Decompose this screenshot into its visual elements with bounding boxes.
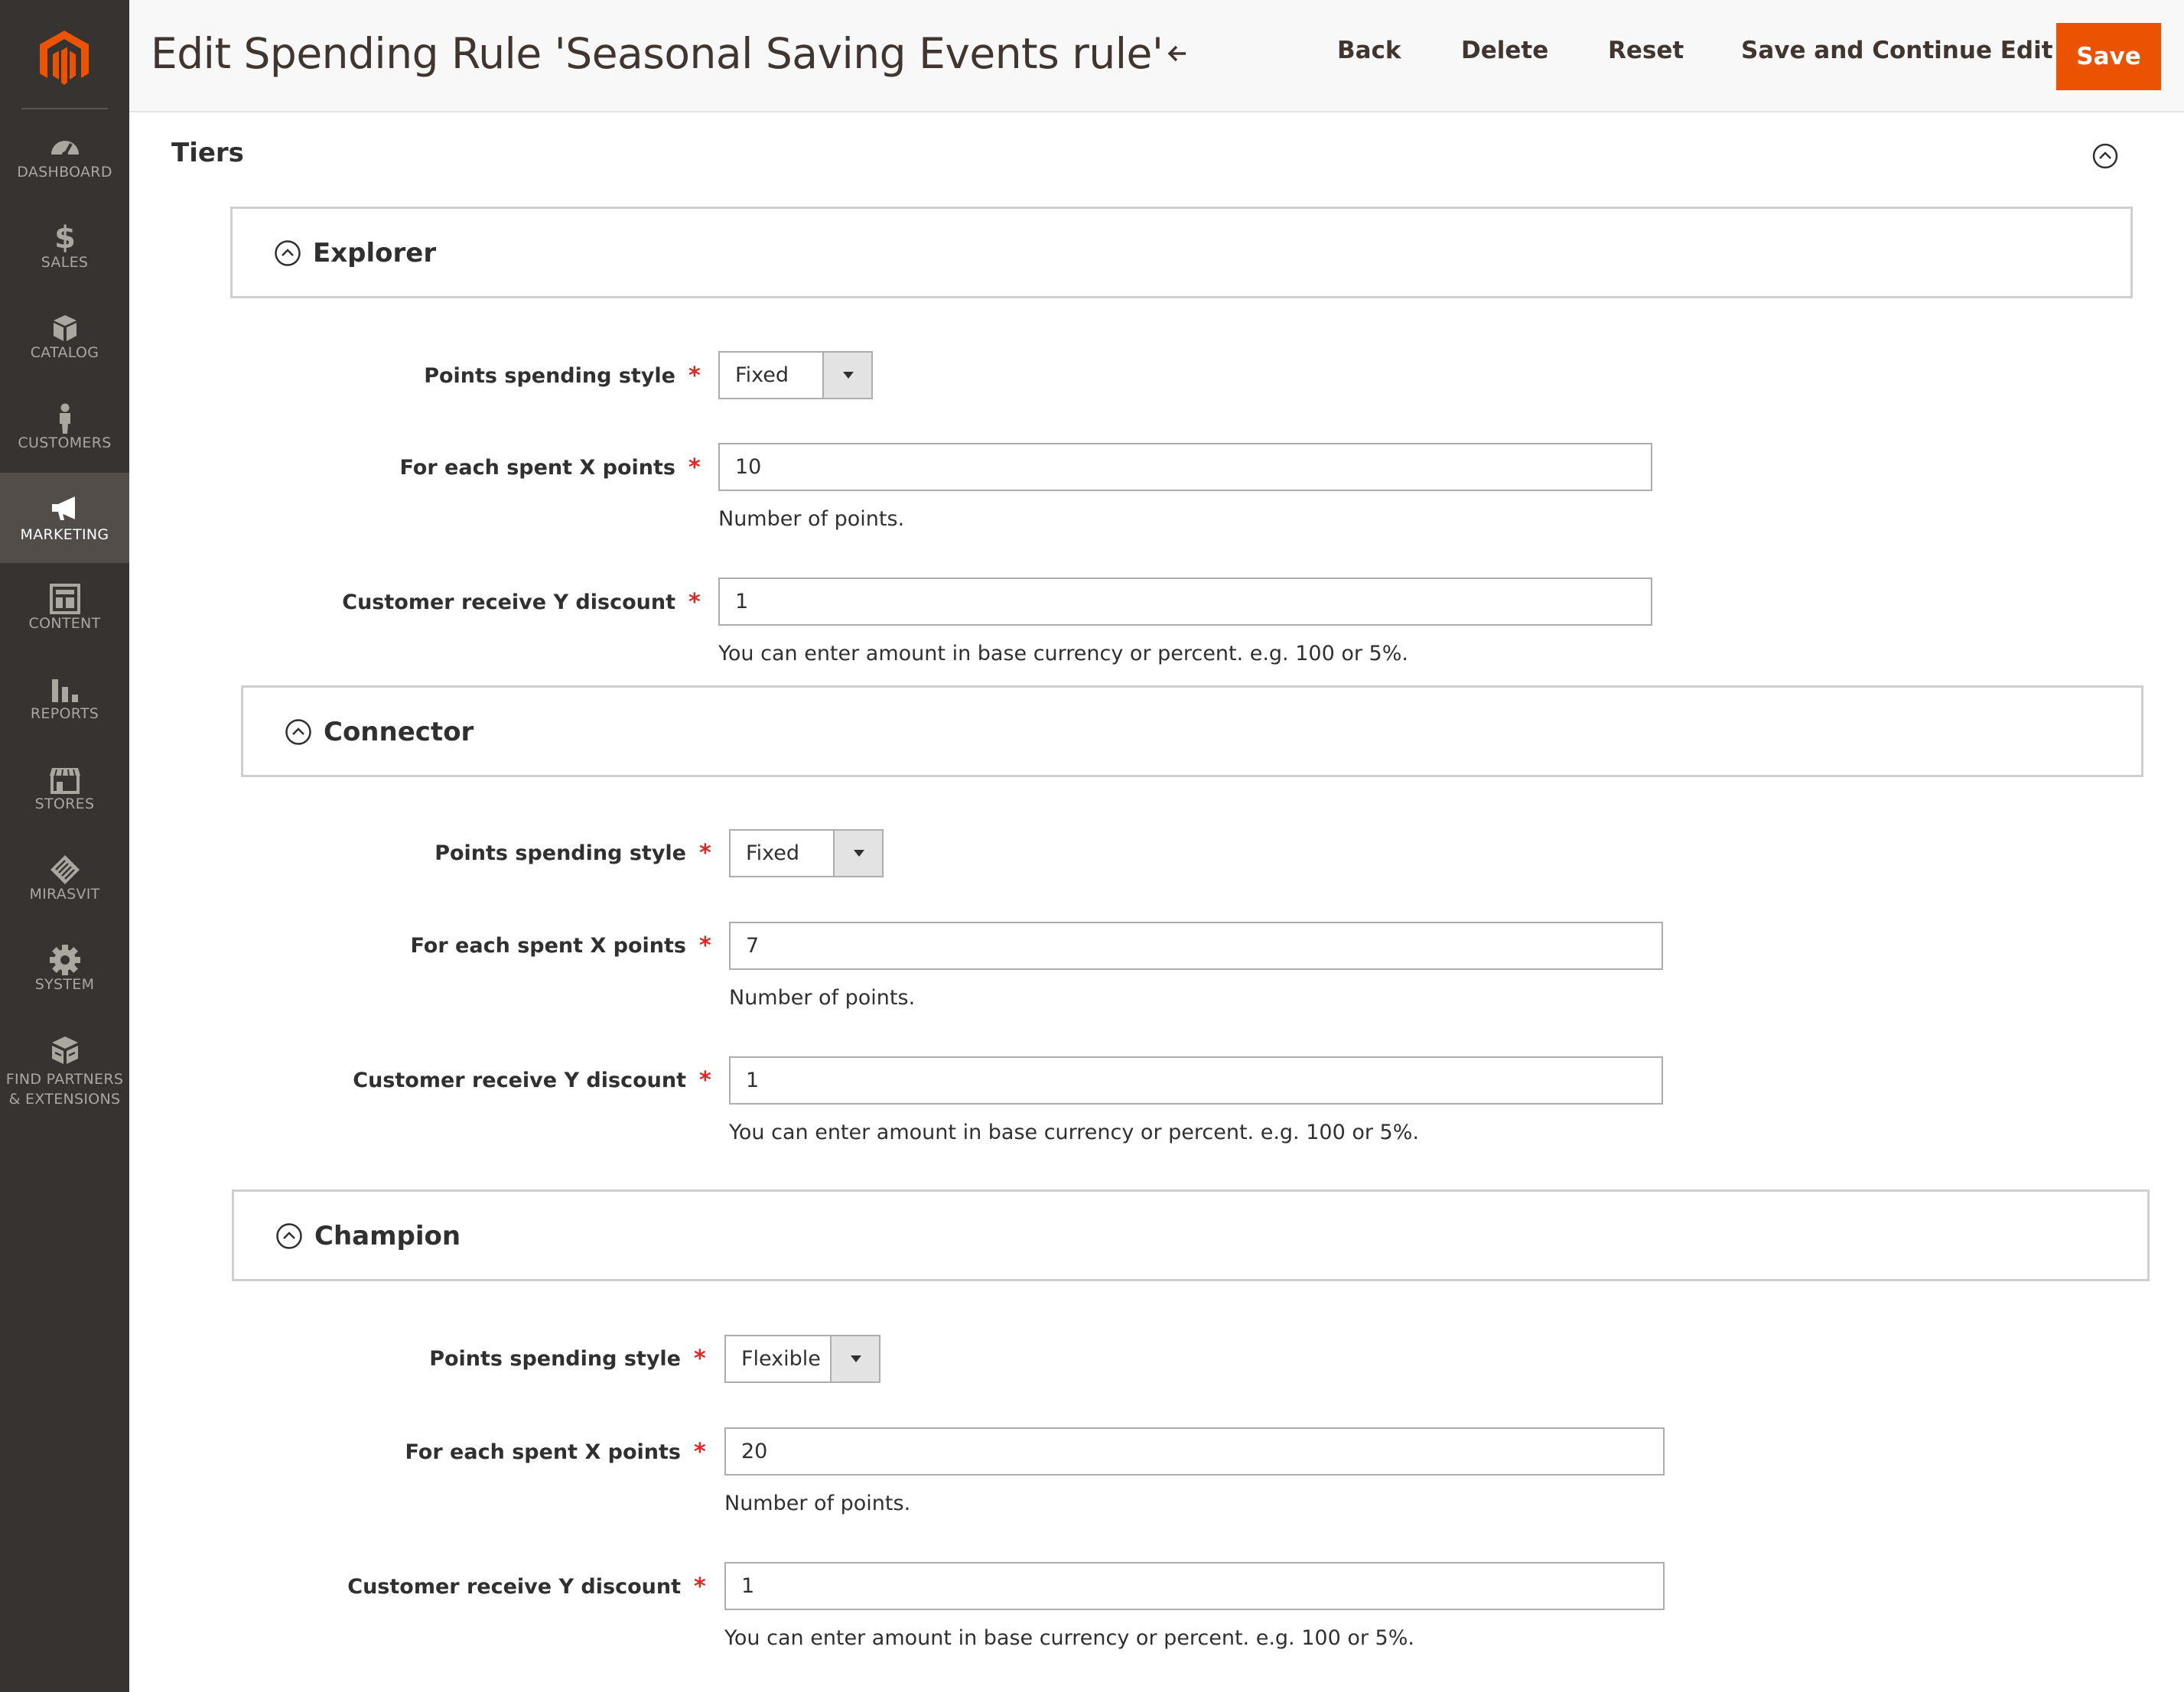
mirasvit-icon	[50, 855, 80, 884]
arrow-left-icon[interactable]	[1166, 42, 1189, 65]
nav-label: REPORTS	[30, 705, 99, 722]
select-toggle[interactable]	[830, 1336, 879, 1381]
save-button[interactable]: Save	[2056, 23, 2161, 90]
field-label-discount: Customer receive Y discount	[353, 1069, 686, 1092]
spending-style-select[interactable]: Flexible	[724, 1335, 880, 1383]
magento-logo[interactable]	[34, 28, 95, 89]
collapse-icon[interactable]	[285, 718, 312, 746]
save-and-continue-button[interactable]: Save and Continue Edit	[1741, 37, 2053, 64]
required-mark: *	[688, 454, 701, 481]
required-mark: *	[699, 840, 711, 867]
admin-sidebar: DASHBOARD $ SALES CATALOG CUSTOMERS MARK…	[0, 0, 129, 1692]
required-mark: *	[699, 1067, 711, 1094]
discount-input[interactable]	[729, 1056, 1663, 1105]
nav-label: CONTENT	[28, 615, 101, 632]
points-input[interactable]	[724, 1427, 1665, 1476]
nav-label: MIRASVIT	[29, 886, 100, 903]
required-mark: *	[688, 363, 701, 389]
collapse-icon[interactable]	[274, 239, 301, 267]
blocks-icon	[52, 1036, 78, 1064]
required-mark: *	[694, 1345, 706, 1372]
person-icon	[60, 403, 70, 434]
nav-item-stores[interactable]: STORES	[0, 759, 129, 849]
points-note: Number of points.	[718, 507, 905, 531]
logo-separator	[21, 108, 108, 109]
tier-name: Connector	[324, 717, 474, 747]
section-title: Tiers	[171, 138, 244, 168]
select-value: Fixed	[746, 841, 799, 865]
field-label-points: For each spent X points	[399, 456, 675, 480]
megaphone-icon	[52, 496, 75, 520]
nav-item-mirasvit[interactable]: MIRASVIT	[0, 849, 129, 939]
select-value: Flexible	[741, 1347, 821, 1371]
points-input[interactable]	[718, 443, 1652, 491]
points-note: Number of points.	[724, 1492, 911, 1515]
nav-label: CUSTOMERS	[18, 434, 112, 451]
required-mark: *	[688, 589, 701, 616]
field-label-points: For each spent X points	[405, 1440, 681, 1464]
spending-style-select[interactable]: Fixed	[718, 351, 873, 399]
required-mark: *	[694, 1573, 706, 1600]
nav-item-dashboard[interactable]: DASHBOARD	[0, 127, 129, 217]
field-label-discount: Customer receive Y discount	[347, 1575, 681, 1599]
points-note: Number of points.	[729, 986, 916, 1010]
field-label-points: For each spent X points	[410, 934, 686, 958]
nav-item-system[interactable]: SYSTEM	[0, 939, 129, 1030]
discount-note: You can enter amount in base currency or…	[718, 642, 1408, 665]
storefront-icon	[50, 768, 80, 794]
tier-name: Explorer	[313, 238, 437, 268]
field-label-discount: Customer receive Y discount	[342, 591, 675, 614]
tier-header-champion[interactable]: Champion	[232, 1189, 2150, 1281]
nav-label: CATALOG	[30, 344, 99, 361]
gear-icon	[50, 945, 80, 975]
discount-input[interactable]	[724, 1562, 1665, 1610]
collapse-icon[interactable]	[275, 1222, 303, 1250]
tier-name: Champion	[314, 1221, 461, 1251]
chevron-down-icon	[851, 1355, 861, 1362]
select-value: Fixed	[735, 363, 789, 387]
nav-label-line1: FIND PARTNERS	[5, 1071, 124, 1088]
nav-label: MARKETING	[20, 526, 109, 543]
field-label-style: Points spending style	[424, 364, 675, 388]
nav-item-content[interactable]: CONTENT	[0, 578, 129, 669]
bar-chart-icon	[52, 679, 78, 702]
page-title: Edit Spending Rule 'Seasonal Saving Even…	[151, 29, 1164, 78]
required-mark: *	[699, 932, 711, 959]
nav-item-marketing[interactable]: MARKETING	[0, 473, 129, 563]
tier-header-connector[interactable]: Connector	[241, 685, 2143, 777]
discount-note: You can enter amount in base currency or…	[729, 1121, 1419, 1144]
tier-header-explorer[interactable]: Explorer	[230, 207, 2133, 298]
required-mark: *	[694, 1439, 706, 1466]
discount-note: You can enter amount in base currency or…	[724, 1626, 1414, 1650]
delete-button[interactable]: Delete	[1461, 37, 1548, 64]
nav-label: SYSTEM	[34, 976, 95, 993]
dashboard-icon	[51, 141, 79, 158]
spending-style-select[interactable]: Fixed	[729, 829, 884, 877]
discount-input[interactable]	[718, 578, 1652, 626]
layout-icon	[50, 584, 80, 614]
nav-label-line2: & EXTENSIONS	[8, 1091, 121, 1108]
select-toggle[interactable]	[833, 831, 882, 876]
chevron-down-icon	[854, 850, 864, 857]
back-button[interactable]: Back	[1337, 37, 1401, 64]
dollar-icon: $	[54, 220, 76, 255]
field-label-style: Points spending style	[429, 1347, 681, 1371]
nav-item-find-partners[interactable]: FIND PARTNERS & EXTENSIONS	[0, 1030, 129, 1121]
collapse-icon[interactable]	[2092, 143, 2118, 169]
nav-label: SALES	[41, 254, 89, 271]
nav-label: STORES	[34, 796, 95, 812]
select-toggle[interactable]	[822, 353, 871, 398]
nav-item-catalog[interactable]: CATALOG	[0, 307, 129, 398]
field-label-style: Points spending style	[435, 841, 686, 865]
reset-button[interactable]: Reset	[1608, 37, 1684, 64]
nav-label: DASHBOARD	[17, 164, 112, 181]
nav-item-reports[interactable]: REPORTS	[0, 669, 129, 759]
nav-label: FIND PARTNERS & EXTENSIONS	[0, 1069, 129, 1109]
points-input[interactable]	[729, 922, 1663, 970]
chevron-down-icon	[843, 372, 854, 379]
box-icon	[54, 315, 76, 341]
nav-item-sales[interactable]: $ SALES	[0, 217, 129, 307]
